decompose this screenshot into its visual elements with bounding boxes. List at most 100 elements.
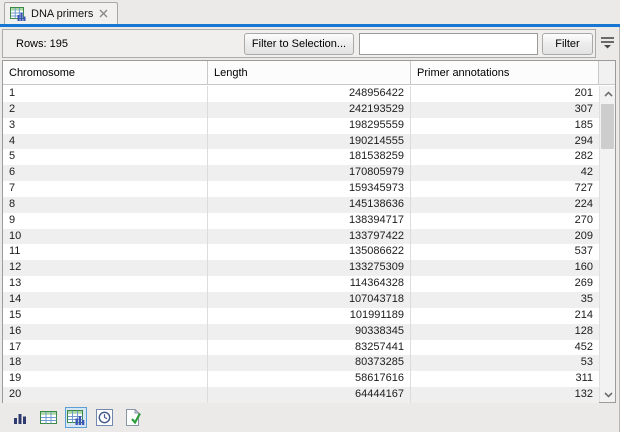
table-row[interactable]: 13114364328269 xyxy=(3,276,599,292)
cell-chromosome: 18 xyxy=(3,355,208,371)
table-view-button[interactable] xyxy=(37,407,59,428)
cell-length: 135086622 xyxy=(208,244,411,260)
scroll-down-icon[interactable] xyxy=(600,387,616,402)
cell-annotations: 214 xyxy=(411,308,599,324)
view-mode-bar xyxy=(0,403,620,432)
table-row[interactable]: 617080597942 xyxy=(3,165,599,181)
cell-chromosome: 16 xyxy=(3,324,208,340)
cell-length: 80373285 xyxy=(208,355,411,371)
table-row[interactable]: 5181538259282 xyxy=(3,149,599,165)
cell-annotations: 282 xyxy=(411,149,599,165)
scrollbar-thumb[interactable] xyxy=(601,104,614,149)
cell-annotations: 727 xyxy=(411,181,599,197)
cell-chromosome: 13 xyxy=(3,276,208,292)
table-row[interactable]: 10133797422209 xyxy=(3,229,599,245)
cell-length: 145138636 xyxy=(208,197,411,213)
table-row[interactable]: 2064444167132 xyxy=(3,387,599,403)
table-row[interactable]: 1410704371835 xyxy=(3,292,599,308)
cell-length: 114364328 xyxy=(208,276,411,292)
chart-view-button[interactable] xyxy=(9,407,31,428)
cell-length: 181538259 xyxy=(208,149,411,165)
table-row[interactable]: 1783257441452 xyxy=(3,340,599,356)
cell-length: 133275309 xyxy=(208,260,411,276)
tab-dna-primers[interactable]: DNA primers xyxy=(4,2,118,24)
dna-primers-table: Chromosome Length Primer annotations 124… xyxy=(2,60,616,403)
table-chart-icon xyxy=(10,7,26,21)
cell-annotations: 224 xyxy=(411,197,599,213)
table-row[interactable]: 15101991189214 xyxy=(3,308,599,324)
active-view-accent-line xyxy=(0,24,620,27)
table-chart-icon xyxy=(67,410,85,425)
cell-chromosome: 6 xyxy=(3,165,208,181)
cell-annotations: 35 xyxy=(411,292,599,308)
cell-length: 248956422 xyxy=(208,86,411,102)
cell-annotations: 209 xyxy=(411,229,599,245)
table-row[interactable]: 3198295559185 xyxy=(3,118,599,134)
filter-options-icon[interactable] xyxy=(599,33,616,51)
cell-annotations: 42 xyxy=(411,165,599,181)
table-row[interactable]: 2242193529307 xyxy=(3,102,599,118)
cell-chromosome: 15 xyxy=(3,308,208,324)
cell-length: 101991189 xyxy=(208,308,411,324)
cell-chromosome: 20 xyxy=(3,387,208,403)
cell-chromosome: 7 xyxy=(3,181,208,197)
cell-length: 159345973 xyxy=(208,181,411,197)
table-row[interactable]: 1958617616311 xyxy=(3,371,599,387)
cell-length: 138394717 xyxy=(208,213,411,229)
window: { "tab": { "title": "DNA primers", "clos… xyxy=(0,0,620,432)
cell-chromosome: 4 xyxy=(3,134,208,150)
cell-chromosome: 5 xyxy=(3,149,208,165)
bar-chart-icon xyxy=(14,412,27,424)
table-icon xyxy=(40,411,57,424)
history-view-button[interactable] xyxy=(93,407,115,428)
table-row[interactable]: 1248956422201 xyxy=(3,86,599,102)
filter-to-selection-button[interactable]: Filter to Selection... xyxy=(244,33,354,55)
tab-close-icon[interactable] xyxy=(98,9,109,18)
table-row[interactable]: 188037328553 xyxy=(3,355,599,371)
cell-annotations: 311 xyxy=(411,371,599,387)
cell-chromosome: 10 xyxy=(3,229,208,245)
vertical-scrollbar[interactable] xyxy=(599,86,615,402)
filter-input[interactable] xyxy=(359,33,538,55)
cell-annotations: 160 xyxy=(411,260,599,276)
cell-length: 83257441 xyxy=(208,340,411,356)
table-row[interactable]: 12133275309160 xyxy=(3,260,599,276)
table-row[interactable]: 8145138636224 xyxy=(3,197,599,213)
cell-chromosome: 2 xyxy=(3,102,208,118)
document-check-icon xyxy=(124,409,141,426)
table-row[interactable]: 9138394717270 xyxy=(3,213,599,229)
cell-length: 58617616 xyxy=(208,371,411,387)
cell-length: 198295559 xyxy=(208,118,411,134)
element-info-view-button[interactable] xyxy=(121,407,143,428)
table-row[interactable]: 7159345973727 xyxy=(3,181,599,197)
column-header-primer-annotations[interactable]: Primer annotations xyxy=(411,61,599,84)
cell-length: 133797422 xyxy=(208,229,411,245)
cell-annotations: 452 xyxy=(411,340,599,356)
cell-annotations: 132 xyxy=(411,387,599,403)
table-header-row: Chromosome Length Primer annotations xyxy=(3,61,615,85)
table-row[interactable]: 4190214555294 xyxy=(3,134,599,150)
cell-chromosome: 14 xyxy=(3,292,208,308)
filter-button[interactable]: Filter xyxy=(542,33,593,55)
cell-chromosome: 11 xyxy=(3,244,208,260)
cell-annotations: 270 xyxy=(411,213,599,229)
cell-length: 64444167 xyxy=(208,387,411,403)
column-header-length[interactable]: Length xyxy=(208,61,411,84)
cell-length: 107043718 xyxy=(208,292,411,308)
cell-annotations: 201 xyxy=(411,86,599,102)
cell-chromosome: 19 xyxy=(3,371,208,387)
cell-length: 190214555 xyxy=(208,134,411,150)
table-row[interactable]: 11135086622537 xyxy=(3,244,599,260)
cell-length: 170805979 xyxy=(208,165,411,181)
cell-chromosome: 17 xyxy=(3,340,208,356)
cell-annotations: 185 xyxy=(411,118,599,134)
table-chart-view-button[interactable] xyxy=(65,407,87,428)
cell-chromosome: 8 xyxy=(3,197,208,213)
column-header-filler xyxy=(599,61,615,84)
cell-annotations: 269 xyxy=(411,276,599,292)
table-row[interactable]: 1690338345128 xyxy=(3,324,599,340)
scroll-up-icon[interactable] xyxy=(600,86,616,101)
cell-annotations: 307 xyxy=(411,102,599,118)
cell-length: 242193529 xyxy=(208,102,411,118)
column-header-chromosome[interactable]: Chromosome xyxy=(3,61,208,84)
